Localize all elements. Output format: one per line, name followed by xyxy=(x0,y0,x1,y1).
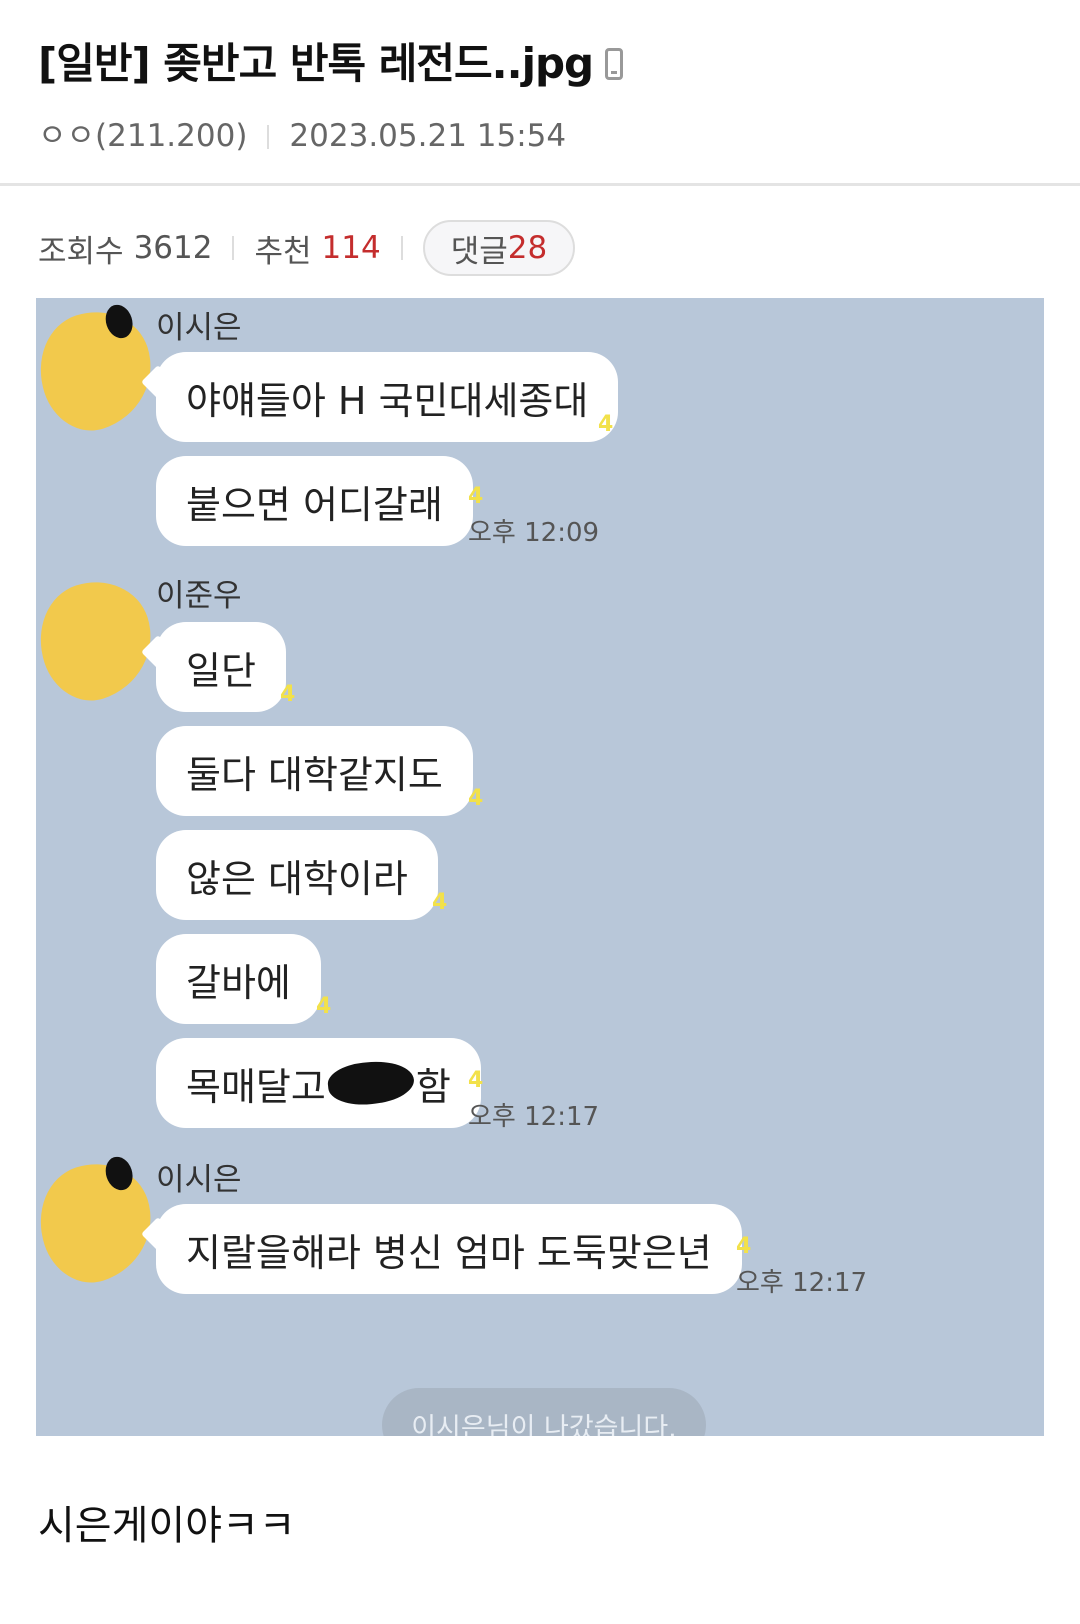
post-date: 2023.05.21 15:54 xyxy=(289,118,567,154)
chat-bubble: 지랄을해라 병신 엄마 도둑맞은년 xyxy=(156,1204,742,1294)
unread-count: 4 xyxy=(468,484,484,509)
chat-bubble: 붙으면 어디갈래 xyxy=(156,456,473,546)
unread-count: 4 xyxy=(316,994,332,1019)
views-label: 조회수 xyxy=(38,233,124,270)
views-count: 3612 xyxy=(133,230,213,266)
post-title-text: [일반] 좆반고 반톡 레전드..jpg xyxy=(38,39,594,88)
unread-count: 4 xyxy=(736,1234,752,1259)
mobile-phone-icon xyxy=(605,48,624,80)
censor-scribble xyxy=(325,1057,416,1109)
comments-label: 댓글 xyxy=(450,233,508,270)
avatar xyxy=(36,567,168,713)
chat-bubble: 않은 대학이라 xyxy=(156,830,438,920)
unread-count: 4 xyxy=(598,412,614,437)
unread-count: 4 xyxy=(280,682,296,707)
recommend-label: 추천 xyxy=(254,233,312,270)
chat-bubble: 야얘들아 H 국민대세종대 xyxy=(156,352,619,442)
unread-count: 4 xyxy=(432,890,448,915)
avatar xyxy=(36,1149,168,1295)
post-meta: ㅇㅇ(211.200) 2023.05.21 15:54 xyxy=(38,110,566,155)
sender-name: 이준우 xyxy=(156,578,242,614)
system-message: 이시은님이 나갔습니다. xyxy=(382,1388,706,1436)
post-title: [일반] 좆반고 반톡 레전드..jpg xyxy=(38,30,624,91)
sender-name: 이시은 xyxy=(156,310,242,346)
recommend-count: 114 xyxy=(321,230,381,266)
avatar xyxy=(36,298,168,443)
chat-bubble: 둘다 대학같지도 xyxy=(156,726,473,816)
message-time: 오후 12:17 xyxy=(468,1102,600,1132)
post-body: 시은게이야ㅋㅋ xyxy=(38,1503,296,1549)
comments-count: 28 xyxy=(507,230,548,266)
stats-divider xyxy=(400,236,403,260)
post-stats: 조회수 3612 추천 114 댓글 28 xyxy=(38,220,576,276)
chat-screenshot-image[interactable]: 이시은 야얘들아 H 국민대세종대 4 붙으면 어디갈래 4 오후 12:09 … xyxy=(36,298,1044,1436)
chat-bubble: 목매달고 함 xyxy=(156,1038,481,1128)
sender-name: 이시은 xyxy=(156,1162,242,1198)
header-divider xyxy=(0,183,1080,186)
message-time: 오후 12:09 xyxy=(468,518,600,548)
stats-divider xyxy=(232,236,235,260)
bubble-text: 목매달고 xyxy=(186,1064,326,1109)
meta-divider xyxy=(267,125,270,149)
chat-bubble: 일단 xyxy=(156,622,286,712)
chat-bubble: 갈바에 xyxy=(156,934,321,1024)
message-time: 오후 12:17 xyxy=(736,1268,868,1298)
unread-count: 4 xyxy=(468,786,484,811)
author-name[interactable]: ㅇㅇ(211.200) xyxy=(38,118,247,154)
bubble-text: 함 xyxy=(415,1064,451,1109)
avatar-hair xyxy=(101,301,137,342)
avatar-hair xyxy=(101,1153,137,1194)
comments-button[interactable]: 댓글 28 xyxy=(422,220,576,276)
unread-count: 4 xyxy=(468,1068,484,1093)
